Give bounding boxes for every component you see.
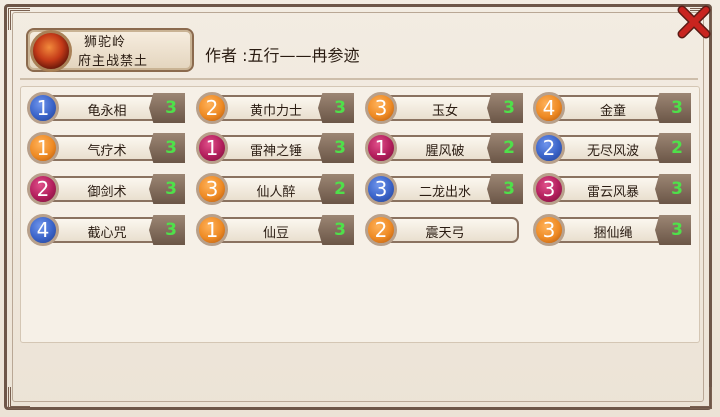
card-cost-gem: 4 (27, 214, 59, 246)
card-count: 2 (334, 179, 346, 199)
author-label: 作者 :五行——冉参迹 (205, 46, 360, 65)
card-cost-gem: 2 (365, 214, 397, 246)
card-count: 3 (334, 220, 346, 240)
card-count: 3 (671, 98, 683, 118)
card-entry[interactable]: 3 二龙出水 3 (365, 173, 523, 205)
card-cost-gem: 1 (196, 214, 228, 246)
card-name: 龟永相 (87, 104, 127, 119)
card-count: 3 (165, 138, 177, 158)
card-cost-gem: 1 (27, 92, 59, 124)
card-name: 玉女 (431, 104, 458, 119)
card-name: 黄巾力士 (249, 104, 302, 119)
card-name: 仙豆 (262, 226, 289, 241)
card-name: 金童 (599, 104, 626, 119)
corner-ornament (8, 8, 30, 30)
card-cost-gem: 3 (533, 173, 565, 205)
deck-subtitle: 府主战禁土 (78, 54, 149, 69)
card-entry[interactable]: 2 震天弓 (365, 214, 521, 246)
card-cost-gem: 1 (196, 132, 228, 164)
card-entry[interactable]: 1 仙豆 3 (196, 214, 354, 246)
card-name: 二龙出水 (418, 185, 471, 200)
close-icon (677, 5, 711, 39)
card-entry[interactable]: 3 捆仙绳 3 (533, 214, 691, 246)
deck-window: 狮驼岭 府主战禁土 作者 :五行——冉参迹 1 龟永相 3 2 黄巾力士 3 3 玉女 3 4 金童… (0, 0, 720, 417)
card-count: 3 (334, 98, 346, 118)
card-name: 截心咒 (87, 226, 127, 241)
card-count: 3 (334, 138, 346, 158)
card-entry[interactable]: 1 龟永相 3 (27, 92, 185, 124)
close-button[interactable] (676, 4, 712, 40)
card-entry[interactable]: 2 黄巾力士 3 (196, 92, 354, 124)
card-cost-gem: 3 (196, 173, 228, 205)
card-count: 3 (503, 98, 515, 118)
card-name: 气疗术 (87, 144, 127, 159)
card-name: 仙人醉 (256, 185, 296, 200)
card-count: 3 (671, 220, 683, 240)
card-entry[interactable]: 2 无尽风波 2 (533, 132, 691, 164)
card-cost-gem: 3 (365, 92, 397, 124)
corner-ornament (690, 387, 712, 409)
card-entry[interactable]: 3 雷云风暴 3 (533, 173, 691, 205)
card-entry[interactable]: 1 气疗术 3 (27, 132, 185, 164)
card-entry[interactable]: 2 御剑术 3 (27, 173, 185, 205)
card-name: 腥风破 (425, 144, 465, 159)
card-entry[interactable]: 1 雷神之锤 3 (196, 132, 354, 164)
card-entry[interactable]: 4 截心咒 3 (27, 214, 185, 246)
card-cost-gem: 2 (196, 92, 228, 124)
card-cost-gem: 2 (27, 173, 59, 205)
card-count: 3 (671, 179, 683, 199)
card-cost-gem: 1 (27, 132, 59, 164)
card-count: 3 (503, 179, 515, 199)
card-count: 2 (671, 138, 683, 158)
deck-name: 狮驼岭 (84, 35, 127, 50)
card-cost-gem: 3 (533, 214, 565, 246)
card-name: 雷云风暴 (586, 185, 639, 200)
card-name: 捆仙绳 (593, 226, 633, 241)
card-cost-gem: 3 (365, 173, 397, 205)
card-cost-gem: 4 (533, 92, 565, 124)
deck-avatar-icon (30, 30, 72, 72)
card-entry[interactable]: 1 腥风破 2 (365, 132, 523, 164)
card-count: 2 (503, 138, 515, 158)
card-name: 雷神之锤 (249, 144, 302, 159)
card-name: 无尽风波 (586, 144, 639, 159)
card-cost-gem: 2 (533, 132, 565, 164)
card-count: 3 (165, 98, 177, 118)
card-name: 御剑术 (87, 185, 127, 200)
card-name: 震天弓 (425, 226, 465, 241)
card-entry[interactable]: 3 玉女 3 (365, 92, 523, 124)
card-count: 3 (165, 220, 177, 240)
card-entry[interactable]: 4 金童 3 (533, 92, 691, 124)
card-count: 3 (165, 179, 177, 199)
corner-ornament (8, 387, 30, 409)
card-entry[interactable]: 3 仙人醉 2 (196, 173, 354, 205)
card-cost-gem: 1 (365, 132, 397, 164)
